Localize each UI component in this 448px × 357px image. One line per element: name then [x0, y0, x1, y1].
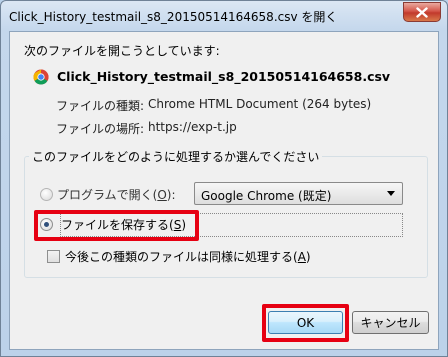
remember-label-prefix: 今後この種類のファイルは同様に処理する( — [65, 250, 298, 264]
close-icon — [416, 6, 428, 18]
action-group-legend: このファイルをどのように処理するか選んでください — [29, 148, 323, 165]
chrome-icon — [33, 69, 49, 85]
remember-choice-checkbox[interactable] — [47, 250, 60, 263]
file-name: Click_History_testmail_s8_20150514164658… — [57, 69, 391, 84]
open-with-label-prefix: プログラムで開く( — [57, 188, 158, 202]
cancel-button[interactable]: キャンセル — [352, 311, 429, 334]
remember-label-suffix: ) — [305, 250, 311, 264]
dialog-content: 次のファイルを開こうとしています: Click_History_testmail… — [9, 31, 439, 350]
prompt-text: 次のファイルを開こうとしています: — [24, 44, 220, 58]
remember-accesskey: A — [297, 250, 306, 264]
application-select-value: Google Chrome (既定) — [201, 189, 332, 203]
open-with-radio[interactable] — [40, 188, 53, 201]
window-title: Click_History_testmail_s8_20150514164658… — [9, 10, 338, 24]
close-button[interactable] — [403, 2, 441, 22]
remember-choice-label[interactable]: 今後この種類のファイルは同様に処理する(A) — [65, 248, 311, 265]
title-bar[interactable]: Click_History_testmail_s8_20150514164658… — [1, 1, 447, 29]
file-source-label: ファイルの場所: — [56, 122, 145, 136]
application-select[interactable]: Google Chrome (既定) — [194, 182, 403, 205]
ok-highlight-box — [262, 304, 349, 342]
file-source-value: https://exp-t.jp — [148, 120, 237, 134]
open-with-label-suffix: ): — [166, 188, 176, 202]
file-type-value: Chrome HTML Document (264 bytes) — [148, 97, 372, 111]
save-file-highlight-box — [34, 210, 199, 241]
open-with-label[interactable]: プログラムで開く(O): — [57, 186, 176, 203]
dialog-window: Click_History_testmail_s8_20150514164658… — [0, 0, 448, 357]
open-with-accesskey: O — [157, 188, 167, 202]
file-type-label: ファイルの種類: — [56, 99, 145, 113]
dropdown-arrow-icon — [387, 191, 395, 196]
